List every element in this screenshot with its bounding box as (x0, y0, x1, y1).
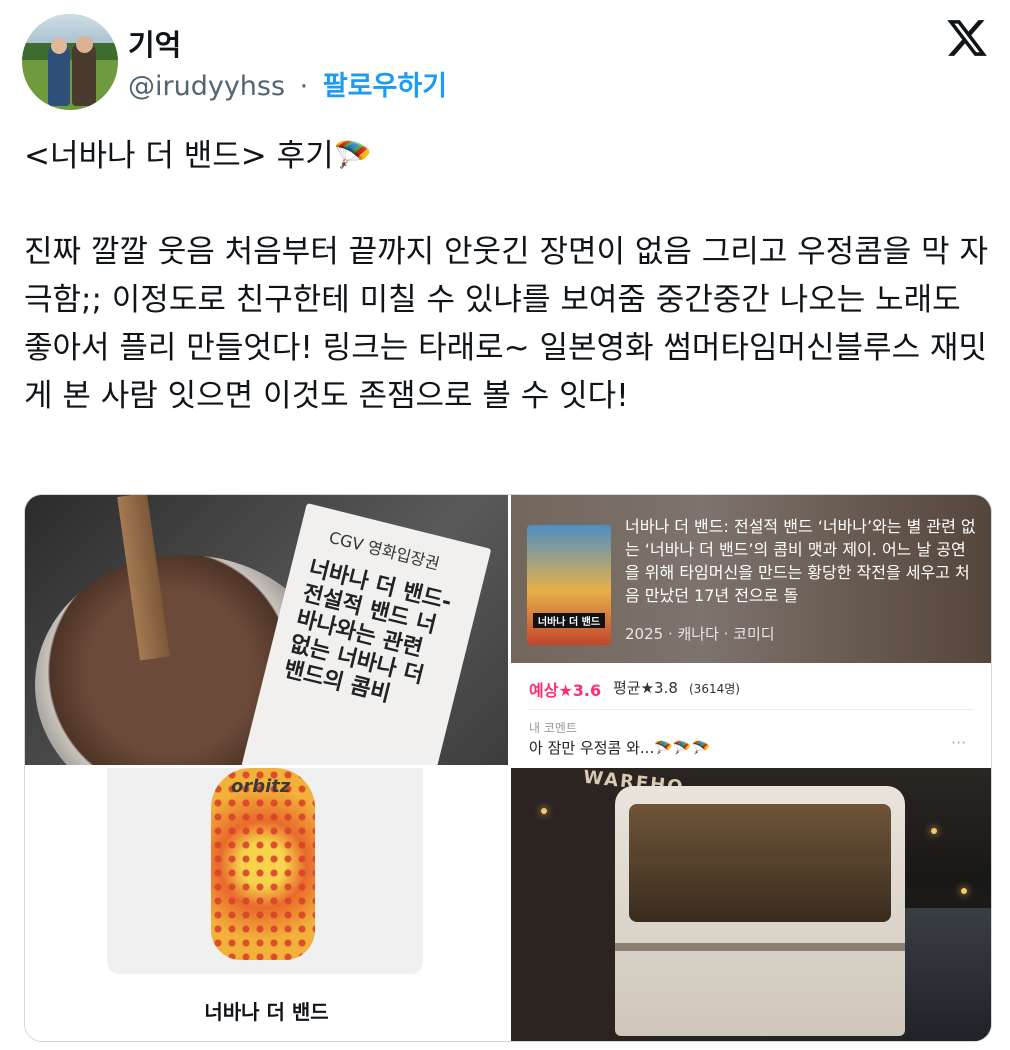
average-rating: 평균★3.8 (613, 679, 678, 697)
comment-text: 아 잠만 우정콤 와...🪂🪂🪂 (529, 739, 711, 757)
road (901, 908, 991, 1041)
display-name[interactable]: 기억 (128, 22, 181, 64)
media-ticket-photo[interactable]: CGV 영화입장권 너바나 더 밴드-전설적 밴드 너바나와는 관련 없는 너바… (25, 495, 508, 765)
avatar-trees (22, 42, 118, 61)
x-logo-icon[interactable] (944, 16, 990, 60)
tweet-text: <너바나 더 밴드> 후기🪂 진짜 깔깔 웃음 처음부터 끝까지 안웃긴 장면이… (24, 138, 988, 414)
avatar[interactable] (22, 14, 118, 110)
media-street-photo[interactable]: WAREHO (511, 768, 991, 1041)
street-light (931, 828, 937, 834)
ticket-title: 너바나 더 밴드-전설적 밴드 너바나와는 관련 없는 너바나 더 밴드의 콤비 (281, 555, 454, 708)
bus-windshield (629, 804, 891, 922)
avatar-head-right (76, 36, 93, 53)
rating-count: (3614명) (689, 682, 740, 696)
user-handle[interactable]: @irudyyhss (128, 71, 285, 102)
divider (529, 709, 973, 710)
rating-card: 예상★3.6 평균★3.8 (3614명) 내 코멘트 아 잠만 우정콤 와..… (511, 663, 991, 765)
street-light (541, 808, 547, 814)
expected-rating: 예상★3.6 (529, 681, 602, 700)
media-bottle-photo[interactable]: orbitz 너바나 더 밴드 (25, 768, 508, 1041)
follow-button[interactable]: 팔로우하기 (323, 71, 447, 102)
poster-title: 너바나 더 밴드 (533, 613, 605, 628)
separator-dot: · (299, 71, 309, 102)
handle-row: @irudyyhss · 팔로우하기 (128, 64, 447, 103)
avatar-head-left (51, 38, 67, 54)
movie-description: 너바나 더 밴드: 전설적 밴드 ‘너바나’와는 별 관련 없는 ‘너바나 더 … (625, 517, 976, 605)
media-movie-card[interactable]: 너바나 더 밴드 너바나 더 밴드: 전설적 밴드 ‘너바나’와는 별 관련 없… (511, 495, 991, 765)
more-icon: ··· (951, 733, 967, 752)
street-light (961, 888, 967, 894)
bus-stripe (615, 943, 905, 951)
comment-label: 내 코멘트 (529, 721, 577, 735)
movie-meta: 2025 · 캐나다 · 코미디 (625, 625, 775, 643)
bottle-caption: 너바나 더 밴드 (204, 1000, 329, 1024)
bottle-brand: orbitz (231, 776, 291, 797)
media-grid: CGV 영화입장권 너바나 더 밴드-전설적 밴드 너바나와는 관련 없는 너바… (24, 494, 992, 1042)
